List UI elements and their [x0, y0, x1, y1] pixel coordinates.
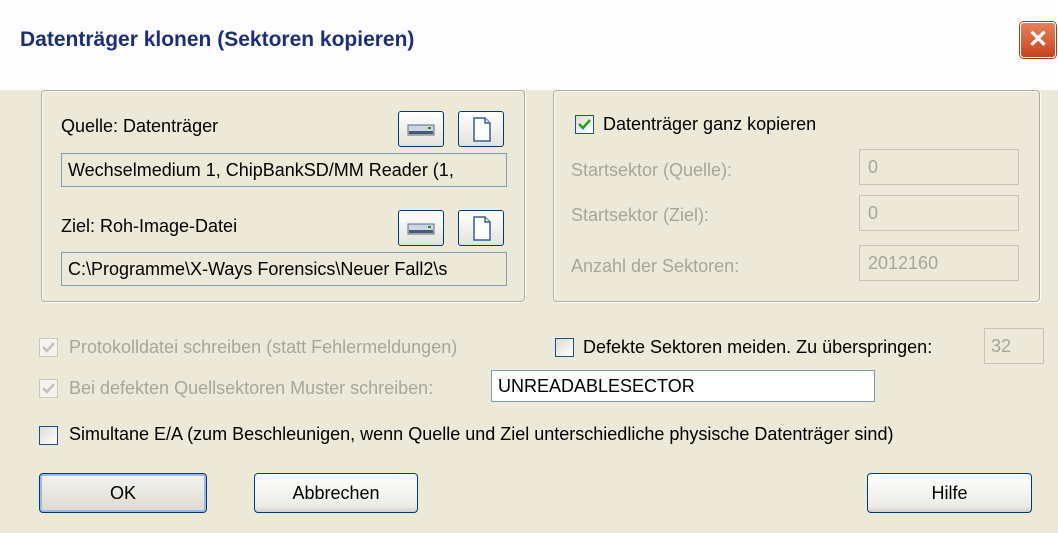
- title-bar: Datenträger klonen (Sektoren kopieren) ✕: [0, 0, 1058, 90]
- log-file-label: Protokolldatei schreiben (statt Fehlerme…: [69, 337, 458, 357]
- sector-count-label: Anzahl der Sektoren:: [571, 256, 740, 276]
- start-source-label: Startsektor (Quelle):: [571, 160, 733, 180]
- close-button[interactable]: ✕: [1020, 22, 1056, 58]
- checkmark-icon: [42, 342, 55, 353]
- checkmark-icon: [42, 383, 55, 394]
- file-icon: [473, 216, 491, 241]
- skip-count-field[interactable]: 32: [984, 328, 1044, 364]
- whole-disk-label: Datenträger ganz kopieren: [603, 114, 817, 134]
- disk-icon: [407, 124, 435, 136]
- skip-bad-sectors-label: Defekte Sektoren meiden. Zu überspringen…: [583, 337, 933, 357]
- source-label: Quelle: Datenträger: [61, 116, 219, 136]
- select-target-file-button[interactable]: [458, 210, 504, 246]
- simultaneous-io-label: Simultane E/A (zum Beschleunigen, wenn Q…: [69, 424, 894, 444]
- help-button[interactable]: Hilfe: [867, 473, 1032, 513]
- pattern-input[interactable]: UNREADABLESECTOR: [491, 370, 875, 402]
- target-field: C:\Programme\X-Ways Forensics\Neuer Fall…: [61, 252, 507, 286]
- sector-count-field[interactable]: 2012160: [859, 245, 1019, 281]
- start-source-field[interactable]: 0: [859, 149, 1019, 185]
- file-icon: [473, 117, 491, 142]
- ok-button[interactable]: OK: [39, 473, 207, 513]
- select-source-file-button[interactable]: [458, 111, 504, 147]
- target-label: Ziel: Roh-Image-Datei: [61, 216, 238, 236]
- source-field: Wechselmedium 1, ChipBankSD/MM Reader (1…: [61, 153, 507, 187]
- write-pattern-label: Bei defekten Quellsektoren Muster schrei…: [69, 378, 434, 398]
- select-target-disk-button[interactable]: [398, 210, 444, 246]
- simultaneous-io-checkbox[interactable]: [39, 426, 58, 445]
- disk-icon: [407, 223, 435, 235]
- write-pattern-checkbox[interactable]: [39, 379, 58, 398]
- select-source-disk-button[interactable]: [398, 111, 444, 147]
- skip-bad-sectors-checkbox[interactable]: [555, 338, 574, 357]
- dialog-title: Datenträger klonen (Sektoren kopieren): [20, 28, 415, 51]
- start-target-field[interactable]: 0: [859, 195, 1019, 231]
- checkmark-icon: [578, 119, 591, 130]
- clone-disk-dialog: Datenträger klonen (Sektoren kopieren) ✕…: [0, 0, 1058, 533]
- close-icon: ✕: [1027, 26, 1049, 53]
- log-file-checkbox[interactable]: [39, 338, 58, 357]
- start-target-label: Startsektor (Ziel):: [571, 205, 710, 225]
- whole-disk-checkbox[interactable]: [575, 115, 594, 134]
- cancel-button[interactable]: Abbrechen: [254, 473, 418, 513]
